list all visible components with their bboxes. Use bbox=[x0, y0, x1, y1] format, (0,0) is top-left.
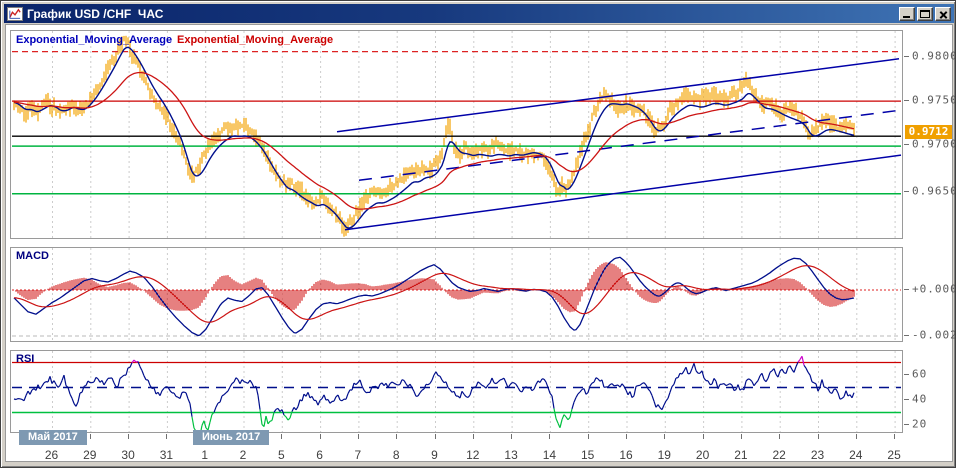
maximize-button[interactable] bbox=[917, 6, 933, 21]
window-title: График USD /CHF ЧАС bbox=[27, 6, 164, 21]
minimize-button[interactable] bbox=[899, 6, 915, 21]
ema-slow-label: Exponential_Moving_Average bbox=[177, 34, 334, 46]
ema-fast-label: Exponential_Moving_Average bbox=[16, 34, 173, 46]
price-panel: Exponential_Moving_Average Exponential_M… bbox=[10, 30, 903, 239]
chart-icon bbox=[7, 6, 23, 21]
rsi-chart-svg bbox=[12, 351, 901, 432]
macd-chart-svg bbox=[12, 248, 901, 341]
macd-label: MACD bbox=[16, 250, 49, 262]
title-bar[interactable]: График USD /CHF ЧАС bbox=[4, 4, 954, 23]
rsi-panel: RSI bbox=[10, 350, 903, 433]
window-controls bbox=[897, 6, 951, 21]
maximize-icon bbox=[920, 9, 930, 18]
macd-panel: MACD bbox=[10, 247, 903, 342]
close-button[interactable] bbox=[935, 6, 951, 21]
chart-window: График USD /CHF ЧАС Exponential_Moving_A… bbox=[0, 0, 956, 468]
rsi-label: RSI bbox=[16, 353, 35, 365]
price-chart-svg bbox=[12, 31, 902, 238]
minimize-icon bbox=[903, 15, 910, 18]
